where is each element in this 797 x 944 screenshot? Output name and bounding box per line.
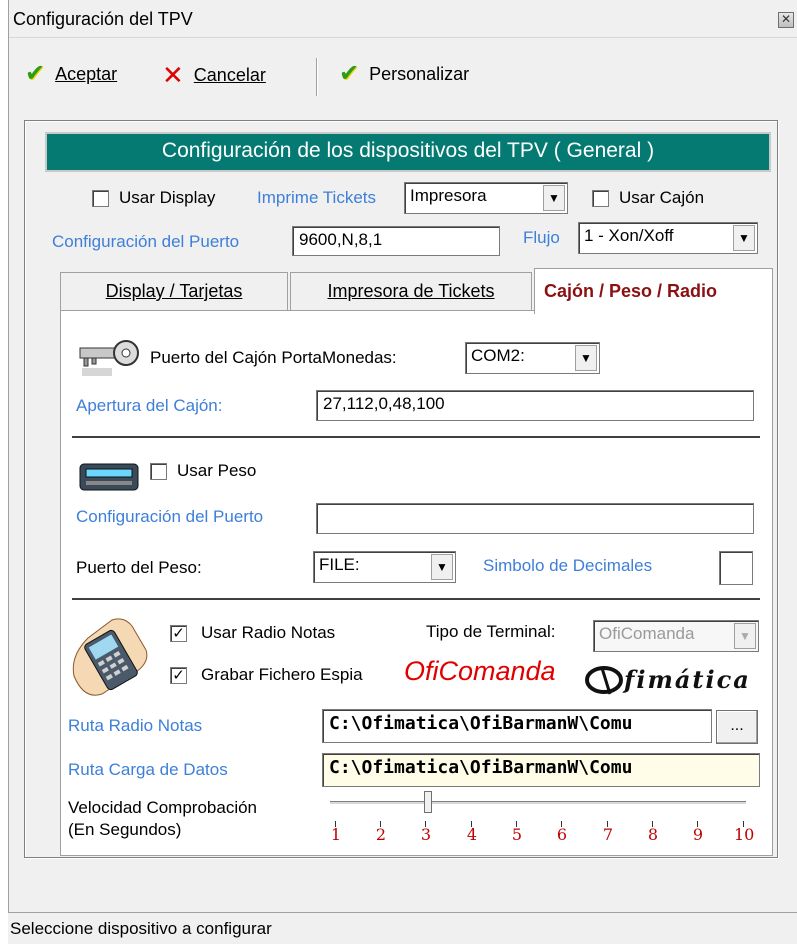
toolbar-separator: [316, 58, 318, 96]
flow-value: 1 - Xon/Xoff: [584, 226, 674, 245]
chevron-down-icon[interactable]: ▼: [575, 345, 597, 371]
flow-select[interactable]: 1 - Xon/Xoff ▼: [578, 222, 758, 254]
cancel-button[interactable]: ✕ Cancelar: [162, 62, 266, 88]
scale-port-label: Puerto del Peso:: [76, 558, 202, 577]
toolbar: ✔ Aceptar ✕ Cancelar ✔ Personalizar: [9, 58, 797, 96]
customize-button[interactable]: ✔ Personalizar: [339, 62, 469, 86]
spy-file-option[interactable]: ✓ Grabar Fichero Espia: [170, 665, 363, 685]
speed-tick: 3: [416, 821, 436, 844]
customize-label: Personalizar: [369, 63, 470, 84]
section-divider: [72, 598, 760, 601]
status-bar: Seleccione dispositivo a configurar: [8, 912, 797, 944]
speed-tick: 2: [371, 821, 391, 844]
ofimatica-logo-text: fimática: [624, 665, 751, 694]
chevron-down-icon[interactable]: ▼: [543, 185, 565, 211]
use-drawer-option[interactable]: Usar Cajón: [592, 188, 704, 208]
cancel-label: Cancelar: [193, 64, 266, 85]
use-drawer-label: Usar Cajón: [619, 188, 705, 207]
tab-label: Impresora de Tickets: [327, 281, 495, 301]
drawer-port-value: COM2:: [471, 346, 525, 365]
title-bar: Configuración del TPV ✕: [9, 0, 797, 38]
general-port-config-label: Configuración del Puerto: [52, 232, 240, 251]
use-scale-option[interactable]: Usar Peso: [150, 461, 256, 481]
accept-button[interactable]: ✔ Aceptar: [25, 62, 117, 86]
ofimatica-logo: fimática: [584, 660, 764, 700]
use-radio-label: Usar Radio Notas: [201, 623, 336, 642]
use-drawer-checkbox[interactable]: [592, 189, 609, 207]
use-radio-option[interactable]: ✓ Usar Radio Notas: [170, 623, 335, 643]
ofimatica-o-mark: [585, 666, 623, 695]
tab-impresora-tickets[interactable]: Impresora de Tickets: [290, 272, 532, 310]
scale-port-config-input[interactable]: [316, 503, 754, 534]
terminal-type-select[interactable]: OfiComanda ▼: [593, 620, 759, 652]
speed-tick: 4: [462, 821, 482, 844]
speed-slider-ticks: 1 2 3 4 5 6 7 8 9 10: [326, 821, 756, 851]
drawer-port-label: Puerto del Cajón PortaMonedas:: [150, 348, 397, 367]
key-icon: [79, 340, 139, 376]
spy-file-label: Grabar Fichero Espia: [201, 665, 363, 684]
use-scale-label: Usar Peso: [177, 461, 257, 480]
print-tickets-select[interactable]: Impresora ▼: [404, 182, 568, 214]
scale-icon: [79, 463, 139, 491]
tab-label: Display / Tarjetas: [105, 281, 243, 301]
speed-tick: 9: [688, 821, 708, 844]
tab-label: Cajón / Peso / Radio: [544, 281, 718, 301]
terminal-type-label: Tipo de Terminal:: [426, 622, 556, 641]
tab-cajon-peso-radio[interactable]: Cajón / Peso / Radio: [534, 268, 773, 314]
load-path-input[interactable]: C:\Ofimatica\OfiBarmanW\Comu: [322, 753, 760, 787]
speed-tick: 6: [552, 821, 572, 844]
drawer-opening-input[interactable]: 27,112,0,48,100: [316, 390, 754, 421]
window-title: Configuración del TPV: [13, 9, 193, 29]
use-display-option[interactable]: Usar Display: [92, 188, 215, 208]
use-display-label: Usar Display: [119, 188, 216, 207]
section-divider: [72, 436, 760, 439]
chevron-down-icon[interactable]: ▼: [431, 554, 453, 580]
scale-port-value: FILE:: [319, 555, 360, 574]
close-icon[interactable]: ✕: [778, 12, 794, 28]
tab-display-tarjetas[interactable]: Display / Tarjetas: [60, 272, 288, 310]
speed-tick: 8: [643, 821, 663, 844]
general-port-config-input[interactable]: 9600,N,8,1: [292, 226, 500, 256]
chevron-down-icon[interactable]: ▼: [733, 225, 755, 251]
print-tickets-label: Imprime Tickets: [257, 188, 377, 207]
drawer-opening-label: Apertura del Cajón:: [76, 396, 223, 415]
load-path-label: Ruta Carga de Datos: [68, 760, 228, 779]
print-tickets-value: Impresora: [410, 186, 487, 205]
checkmark-icon: ✔: [25, 60, 46, 87]
pda-terminal-icon: [72, 618, 148, 696]
radio-path-input[interactable]: C:\Ofimatica\OfiBarmanW\Comu: [322, 709, 712, 743]
use-scale-checkbox[interactable]: [150, 462, 167, 480]
speed-unit-label: (En Segundos): [68, 820, 182, 839]
checkmark-icon: ✔: [339, 60, 360, 87]
speed-tick: 7: [598, 821, 618, 844]
terminal-type-value: OfiComanda: [599, 624, 695, 643]
chevron-down-icon[interactable]: ▼: [734, 623, 756, 649]
drawer-port-select[interactable]: COM2: ▼: [465, 342, 600, 374]
oficomanda-logo: OfiComanda: [404, 656, 556, 686]
cross-icon: ✕: [162, 60, 184, 90]
radio-path-label: Ruta Radio Notas: [68, 716, 203, 735]
flow-label: Flujo: [523, 228, 560, 247]
speed-tick: 5: [507, 821, 527, 844]
panel-header: Configuración de los dispositivos del TP…: [45, 132, 771, 172]
use-radio-checkbox[interactable]: ✓: [170, 624, 187, 642]
speed-label: Velocidad Comprobación: [68, 798, 258, 817]
scale-port-config-label: Configuración del Puerto: [76, 507, 264, 526]
speed-slider-thumb[interactable]: [424, 791, 432, 813]
speed-slider-track[interactable]: [330, 801, 746, 805]
decimal-symbol-label: Simbolo de Decimales: [483, 556, 653, 575]
speed-tick: 10: [734, 821, 755, 844]
decimal-symbol-input[interactable]: [719, 551, 753, 585]
speed-tick: 1: [326, 821, 346, 844]
scale-port-select[interactable]: FILE: ▼: [313, 551, 456, 583]
spy-file-checkbox[interactable]: ✓: [170, 666, 187, 684]
accept-label: Aceptar: [55, 63, 118, 84]
use-display-checkbox[interactable]: [92, 189, 109, 207]
browse-button[interactable]: ...: [716, 710, 758, 744]
